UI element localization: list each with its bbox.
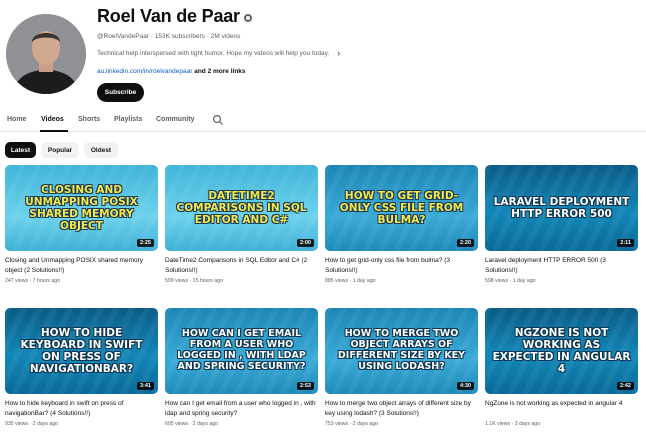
thumbnail-text: How can I get email from a user who logg… (177, 328, 306, 372)
video-meta: 1.1K views · 3 days ago (485, 421, 541, 427)
video-duration: 2:53 (296, 382, 314, 390)
verified-icon (243, 13, 252, 22)
thumbnail-text: DateTime2 Comparisons in SQL Editor and … (176, 189, 307, 227)
channel-avatar[interactable] (6, 14, 86, 94)
video-thumbnail[interactable]: How can I get email from a user who logg… (165, 308, 318, 394)
video-duration: 2:00 (296, 239, 314, 247)
thumbnail-text: How to hide keyboard in swift on press o… (20, 326, 143, 376)
video-thumbnail[interactable]: Laravel deployment HTTP ERROR 500 2:11 (485, 165, 638, 251)
video-meta: 598 views · 1 day ago (485, 278, 536, 284)
video-thumbnail[interactable]: How to hide keyboard in swift on press o… (5, 308, 158, 394)
video-card[interactable]: Laravel deployment HTTP ERROR 500 2:11 L… (485, 165, 638, 284)
channel-name-text: Roel Van de Paar (97, 6, 240, 26)
channel-tabs: Home Videos Shorts Playlists Community (0, 109, 646, 132)
more-links[interactable]: and 2 more links (194, 68, 245, 75)
thumbnail-text: NgZone is not working as expected in ang… (492, 326, 631, 376)
thumbnail-text: How to get grid-only CSS file from bulma… (339, 189, 464, 227)
chip-oldest[interactable]: Oldest (84, 142, 118, 158)
subscribe-button[interactable]: Subscribe (97, 83, 144, 102)
video-duration: 2:25 (136, 239, 154, 247)
video-duration: 2:42 (616, 382, 634, 390)
video-duration: 2:20 (456, 239, 474, 247)
video-thumbnail[interactable]: How to merge two object arrays of differ… (325, 308, 478, 394)
video-title[interactable]: How can I get email from a user who logg… (165, 399, 318, 418)
video-thumbnail[interactable]: NgZone is not working as expected in ang… (485, 308, 638, 394)
chevron-right-icon[interactable]: › (337, 48, 340, 58)
video-card[interactable]: NgZone is not working as expected in ang… (485, 308, 638, 427)
video-meta: 599 views · 15 hours ago (165, 278, 223, 284)
channel-link[interactable]: au.linkedin.com/in/roelvandepaar (97, 68, 192, 75)
video-thumbnail[interactable]: How to get grid-only CSS file from bulma… (325, 165, 478, 251)
chip-popular[interactable]: Popular (41, 142, 79, 158)
video-meta: 695 views · 2 days ago (165, 421, 219, 427)
tab-playlists[interactable]: Playlists (114, 116, 142, 123)
tab-community[interactable]: Community (156, 116, 195, 123)
tab-home[interactable]: Home (7, 116, 26, 123)
video-title[interactable]: DateTime2 Comparisons in SQL Editor and … (165, 256, 318, 275)
video-title[interactable]: How to get grid-only css file from bulma… (325, 256, 478, 275)
channel-name: Roel Van de Paar (97, 6, 252, 27)
video-duration: 4:30 (456, 382, 474, 390)
tab-shorts[interactable]: Shorts (78, 116, 100, 123)
thumbnail-text: Laravel deployment HTTP ERROR 500 (493, 195, 630, 220)
thumbnail-text: How to merge two object arrays of differ… (337, 328, 466, 372)
chip-latest[interactable]: Latest (5, 142, 36, 158)
video-duration: 2:11 (617, 239, 634, 247)
video-card[interactable]: DateTime2 Comparisons in SQL Editor and … (165, 165, 318, 284)
active-tab-indicator (40, 130, 68, 132)
channel-description[interactable]: Technical help interspersed with light h… (97, 48, 340, 58)
video-thumbnail[interactable]: Closing and Unmapping POSIX Shared Memor… (5, 165, 158, 251)
channel-links: au.linkedin.com/in/roelvandepaar and 2 m… (97, 68, 246, 75)
channel-meta: @RoelVandePaar · 153K subscribers · 2M v… (97, 33, 241, 40)
video-title[interactable]: Closing and Unmapping POSIX shared memor… (5, 256, 158, 275)
thumbnail-text: Closing and Unmapping POSIX Shared Memor… (25, 183, 138, 233)
video-duration: 3:41 (136, 382, 154, 390)
video-card[interactable]: Closing and Unmapping POSIX Shared Memor… (5, 165, 158, 284)
video-card[interactable]: How to hide keyboard in swift on press o… (5, 308, 158, 427)
video-card[interactable]: How to get grid-only CSS file from bulma… (325, 165, 478, 284)
video-thumbnail[interactable]: DateTime2 Comparisons in SQL Editor and … (165, 165, 318, 251)
video-title[interactable]: How to hide keyboard in swift on press o… (5, 399, 158, 418)
video-meta: 885 views · 1 day ago (325, 278, 376, 284)
video-meta: 753 views · 2 days ago (325, 421, 379, 427)
video-title[interactable]: NgZone is not working as expected in ang… (485, 399, 638, 418)
video-meta: 935 views · 2 days ago (5, 421, 59, 427)
video-card[interactable]: How to merge two object arrays of differ… (325, 308, 478, 427)
tab-videos[interactable]: Videos (41, 116, 64, 123)
video-title[interactable]: How to merge two object arrays of differ… (325, 399, 478, 418)
video-card[interactable]: How can I get email from a user who logg… (165, 308, 318, 427)
video-title[interactable]: Laravel deployment HTTP ERROR 500 (3 Sol… (485, 256, 638, 275)
video-meta: 247 views · 7 hours ago (5, 278, 61, 284)
channel-description-text: Technical help interspersed with light h… (97, 49, 330, 57)
search-icon[interactable] (212, 114, 224, 126)
